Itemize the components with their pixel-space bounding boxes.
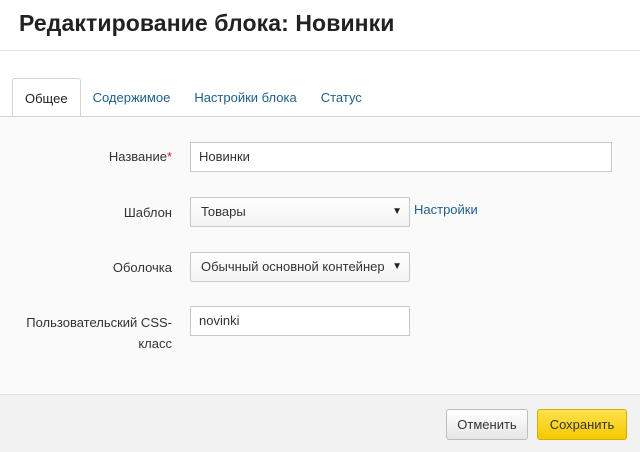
required-mark: *	[166, 149, 172, 164]
chevron-down-icon: ▼	[392, 206, 402, 217]
css-class-input[interactable]: novinki	[190, 306, 410, 336]
css-class-label-line2: класс	[138, 336, 172, 351]
template-label: Шаблон	[123, 205, 172, 220]
page-title: Редактирование блока: Новинки	[19, 10, 395, 36]
tab-bar: Общее Содержимое Настройки блока Статус	[12, 78, 374, 117]
wrapper-select-value: Обычный основной контейнер	[201, 259, 385, 274]
tab-general[interactable]: Общее	[12, 78, 81, 117]
css-class-label-line1: Пользовательский CSS-	[26, 315, 172, 330]
wrapper-select[interactable]: Обычный основной контейнер ▼	[190, 252, 410, 282]
name-input[interactable]: Новинки	[190, 142, 612, 172]
save-button[interactable]: Сохранить	[537, 409, 627, 440]
template-settings-link[interactable]: Настройки	[414, 202, 478, 217]
wrapper-label: Оболочка	[112, 260, 172, 275]
tab-status[interactable]: Статус	[309, 78, 374, 116]
cancel-button[interactable]: Отменить	[446, 409, 528, 440]
css-class-label: Пользовательский CSS- класс	[26, 313, 172, 353]
tab-panel-general: Название* Новинки Шаблон Товары ▼ Настро…	[0, 116, 640, 394]
dialog-footer: Отменить Сохранить	[0, 394, 640, 452]
tab-block-settings[interactable]: Настройки блока	[182, 78, 308, 116]
template-select-value: Товары	[201, 204, 246, 219]
name-label: Название*	[108, 149, 172, 164]
title-divider	[0, 50, 640, 51]
template-select[interactable]: Товары ▼	[190, 197, 410, 227]
tab-content[interactable]: Содержимое	[81, 78, 183, 116]
chevron-down-icon: ▼	[392, 261, 402, 272]
